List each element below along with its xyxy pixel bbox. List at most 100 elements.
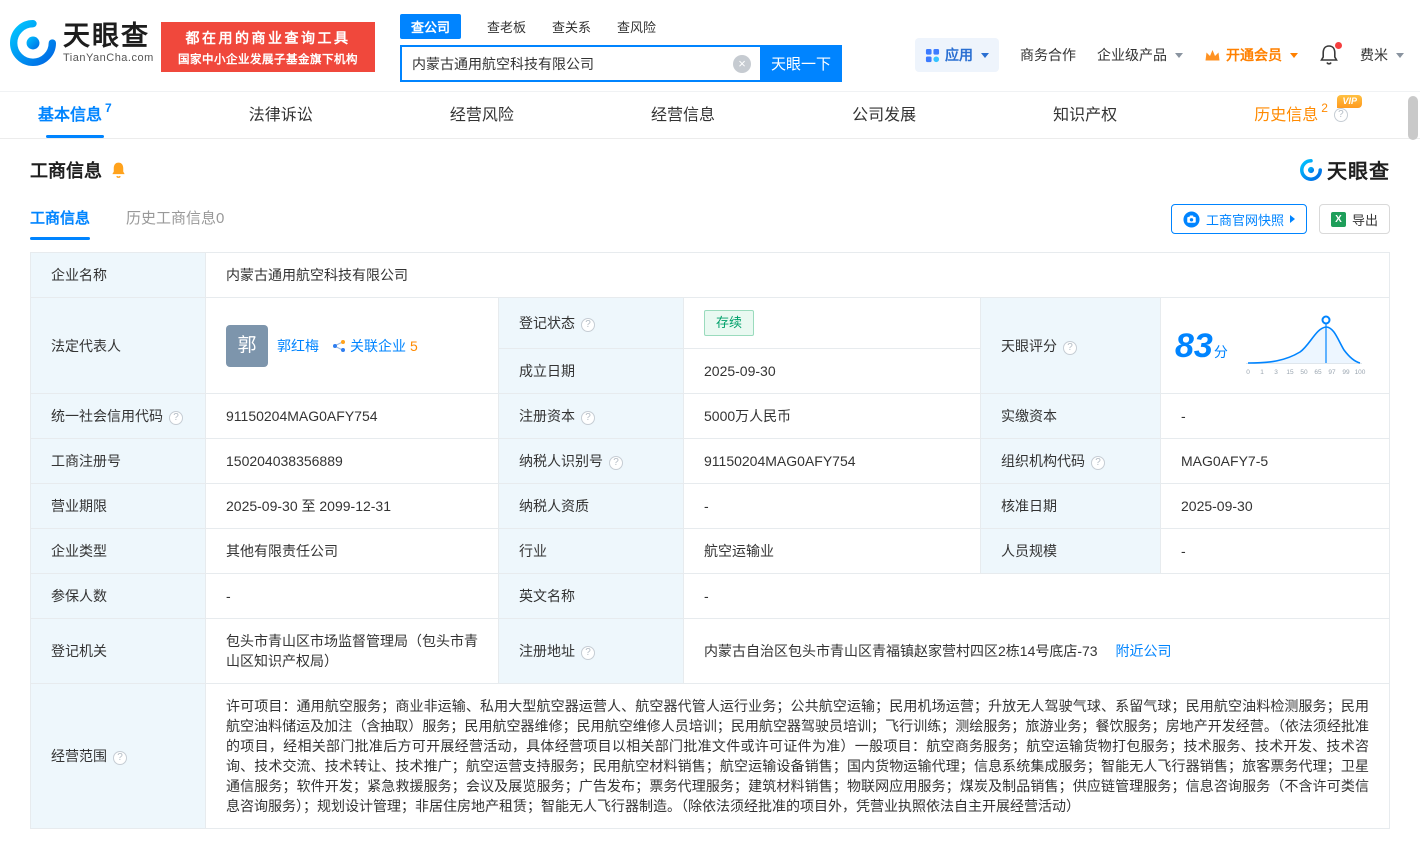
search-tab-risk[interactable]: 查风险 [617, 17, 656, 36]
brand-domain: TianYanCha.com [63, 52, 154, 64]
brand-name: 天眼查 [63, 22, 154, 52]
business-info-table: 企业名称 内蒙古通用航空科技有限公司 法定代表人 郭 郭红梅 关联企业 [30, 252, 1390, 829]
field-label: 注册地址 [519, 643, 575, 659]
nearby-companies-link[interactable]: 附近公司 [1115, 643, 1171, 659]
table-cell: 其他有限责任公司 [206, 529, 499, 574]
field-label: 法定代表人 [51, 338, 121, 354]
open-vip-label: 开通会员 [1226, 45, 1282, 65]
help-icon[interactable] [581, 646, 595, 660]
chevron-down-icon [1175, 53, 1183, 58]
help-icon[interactable] [1063, 341, 1077, 355]
subscribe-bell-icon[interactable] [110, 161, 127, 179]
page-scrollbar[interactable] [1408, 96, 1418, 140]
arrow-right-icon [1290, 215, 1295, 223]
field-label: 营业期限 [51, 498, 107, 514]
subtab-row: 工商信息 历史工商信息0 工商官网快照 导出 [30, 204, 1390, 240]
tab-label: 历史信息 [1254, 92, 1318, 139]
table-cell: 郭 郭红梅 关联企业 5 [206, 298, 499, 394]
table-cell: 包头市青山区市场监督管理局（包头市青山区知识产权局） [206, 619, 499, 684]
table-cell: 成立日期 [499, 349, 684, 394]
subtab-business-info[interactable]: 工商信息 [30, 207, 90, 240]
user-menu[interactable]: 费米 [1360, 45, 1404, 65]
help-icon[interactable] [113, 751, 127, 765]
enterprise-products-menu[interactable]: 企业级产品 [1097, 45, 1183, 65]
help-icon[interactable] [609, 456, 623, 470]
business-term: 2025-09-30 至 2099-12-31 [226, 498, 391, 514]
reg-number: 150204038356889 [226, 453, 343, 469]
tab-label: 法律诉讼 [249, 92, 313, 139]
search-input[interactable] [402, 56, 760, 72]
crown-icon [1204, 48, 1221, 62]
field-label: 企业类型 [51, 543, 107, 559]
search-tab-company[interactable]: 查公司 [400, 14, 461, 39]
notifications-button[interactable] [1319, 44, 1339, 66]
table-cell: - [684, 484, 981, 529]
table-cell: 91150204MAG0AFY754 [206, 394, 499, 439]
table-cell: 参保人数 [31, 574, 206, 619]
tab-operation-info[interactable]: 经营信息 [651, 92, 715, 138]
search-tab-boss[interactable]: 查老板 [487, 17, 526, 36]
table-cell: 行业 [499, 529, 684, 574]
clear-search-icon[interactable]: × [733, 55, 751, 73]
table-cell: 核准日期 [981, 484, 1161, 529]
search-tab-relation[interactable]: 查关系 [552, 17, 591, 36]
table-cell: 登记状态 [499, 298, 684, 349]
row-company-type: 企业类型 其他有限责任公司 行业 航空运输业 人员规模 - [31, 529, 1390, 574]
tianyancha-logo[interactable]: 天眼查 TianYanCha.com [10, 20, 154, 66]
tianyancha-watermark: 天眼查 [1300, 155, 1390, 184]
table-cell: 纳税人资质 [499, 484, 684, 529]
tianyancha-logo-icon [10, 20, 56, 66]
subtab-history-business-info[interactable]: 历史工商信息0 [126, 207, 224, 240]
related-companies-link[interactable]: 关联企业 5 [332, 336, 418, 356]
table-cell: - [206, 574, 499, 619]
help-icon[interactable] [169, 411, 183, 425]
field-label: 纳税人资质 [519, 498, 589, 514]
banner-line2: 国家中小企业发展子基金旗下机构 [178, 51, 358, 67]
search-button[interactable]: 天眼一下 [760, 45, 842, 82]
tab-company-development[interactable]: 公司发展 [852, 92, 916, 138]
help-icon[interactable] [1091, 456, 1105, 470]
help-icon[interactable] [581, 318, 595, 332]
tab-label: 经营信息 [651, 92, 715, 139]
score-unit: 分 [1214, 344, 1228, 360]
tab-basic-info[interactable]: 基本信息 7 [38, 92, 112, 138]
apps-menu-label: 应用 [945, 45, 973, 65]
table-cell: 2025-09-30 [684, 349, 981, 394]
official-snapshot-label: 工商官网快照 [1206, 210, 1284, 229]
section-actions: 工商官网快照 导出 [1171, 204, 1390, 240]
field-label: 行业 [519, 543, 547, 559]
open-vip-menu[interactable]: 开通会员 [1204, 45, 1298, 65]
related-companies-count: 5 [410, 336, 418, 356]
tab-operation-risk[interactable]: 经营风险 [450, 92, 514, 138]
table-cell: - [1161, 394, 1390, 439]
help-icon[interactable] [581, 411, 595, 425]
score-widget[interactable]: 83分 0 1 3 15 50 65 97 99 100 [1175, 312, 1375, 380]
table-cell: 企业名称 [31, 253, 206, 298]
field-label: 工商注册号 [51, 453, 121, 469]
legal-rep-link[interactable]: 郭红梅 [277, 336, 319, 356]
tab-legal-litigation[interactable]: 法律诉讼 [249, 92, 313, 138]
svg-text:3: 3 [1274, 369, 1278, 376]
taxpayer-id: 91150204MAG0AFY754 [704, 453, 856, 469]
search-input-wrap: × [400, 45, 760, 82]
table-cell: - [1161, 529, 1390, 574]
export-button[interactable]: 导出 [1319, 204, 1390, 234]
taxpayer-quality: - [704, 498, 709, 514]
english-name: - [704, 588, 709, 604]
help-icon[interactable] [1334, 108, 1348, 122]
table-cell: 许可项目：通用航空服务；商业非运输、私用大型航空器运营人、航空器代管人运行业务；… [206, 684, 1390, 829]
tab-intellectual-property[interactable]: 知识产权 [1053, 92, 1117, 138]
official-snapshot-button[interactable]: 工商官网快照 [1171, 204, 1307, 234]
insured-count: - [226, 588, 231, 604]
legal-rep-avatar[interactable]: 郭 [226, 325, 268, 367]
search-tabs: 查公司 查老板 查关系 查风险 [400, 15, 842, 38]
business-cooperation-link[interactable]: 商务合作 [1020, 45, 1076, 65]
establish-date: 2025-09-30 [704, 363, 776, 379]
score-value: 83 [1175, 327, 1213, 365]
tab-history-info[interactable]: VIP 历史信息 2 [1254, 92, 1348, 138]
chevron-down-icon [1290, 53, 1298, 58]
field-label: 核准日期 [1001, 498, 1057, 514]
chevron-down-icon [1396, 53, 1404, 58]
field-label: 成立日期 [519, 363, 575, 379]
apps-menu[interactable]: 应用 [915, 38, 999, 72]
